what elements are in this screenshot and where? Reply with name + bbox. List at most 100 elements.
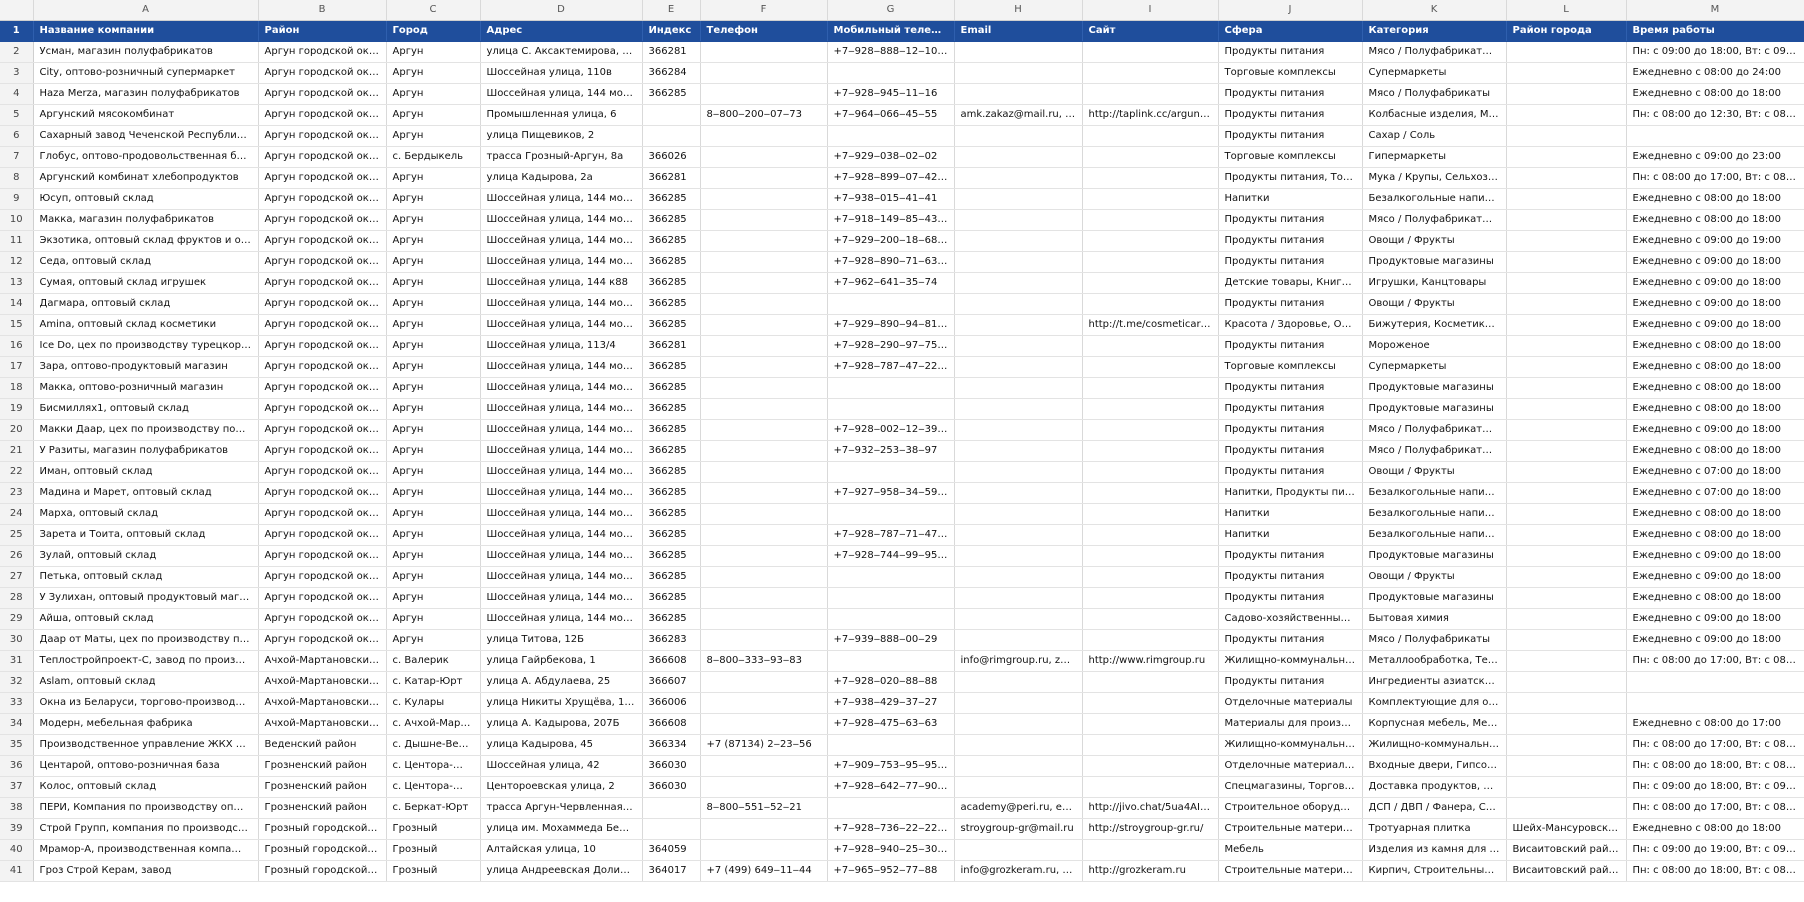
table-cell[interactable]: Пн: с 08:00 до 17:00, Вт: с 08:00 до 17:…: [1626, 167, 1804, 189]
table-cell[interactable]: [700, 440, 828, 462]
table-cell[interactable]: [954, 755, 1083, 777]
table-cell[interactable]: Ежедневно с 07:00 до 18:00: [1626, 461, 1804, 483]
table-cell[interactable]: Пн: с 09:00 до 18:00, Вт: с 09:00 до 18:…: [1626, 41, 1804, 63]
table-cell[interactable]: 366285: [642, 356, 701, 378]
table-cell[interactable]: 366285: [642, 503, 701, 525]
header-cell[interactable]: Категория: [1362, 20, 1507, 42]
table-cell[interactable]: [954, 461, 1083, 483]
row-number[interactable]: 38: [0, 797, 34, 819]
table-cell[interactable]: Продукты питания: [1218, 398, 1363, 420]
table-cell[interactable]: +7‒965‒952‒77‒88: [827, 860, 955, 882]
table-cell[interactable]: Аргун: [386, 104, 481, 126]
table-cell[interactable]: [642, 818, 701, 840]
table-cell[interactable]: Шоссейная улица, 110в: [480, 62, 643, 84]
table-cell[interactable]: [1506, 314, 1627, 336]
table-cell[interactable]: Аргун городской округ: [258, 167, 387, 189]
table-cell[interactable]: Овощи / Фрукты: [1362, 461, 1507, 483]
table-cell[interactable]: Аргун: [386, 461, 481, 483]
table-cell[interactable]: Ежедневно с 07:00 до 18:00: [1626, 482, 1804, 504]
table-cell[interactable]: Шоссейная улица, 144 мод17: [480, 398, 643, 420]
column-letter-f[interactable]: F: [700, 0, 828, 21]
column-letter-a[interactable]: A: [33, 0, 259, 21]
table-cell[interactable]: Жилищно-коммунальные …: [1362, 734, 1507, 756]
table-cell[interactable]: Ice Do, цех по производству турецкор…: [33, 335, 259, 357]
table-cell[interactable]: +7‒928‒290‒97‒75, +7…: [827, 335, 955, 357]
table-cell[interactable]: 364017: [642, 860, 701, 882]
table-cell[interactable]: [954, 209, 1083, 231]
table-cell[interactable]: Ачхой-Мартановский …: [258, 671, 387, 693]
table-cell[interactable]: ДСП / ДВП / Фанера, Стро…: [1362, 797, 1507, 819]
table-cell[interactable]: Макка, магазин полуфабрикатов: [33, 209, 259, 231]
table-cell[interactable]: +7‒932‒253‒38‒97: [827, 440, 955, 462]
table-cell[interactable]: Аргун городской округ: [258, 566, 387, 588]
table-cell[interactable]: Продукты питания: [1218, 209, 1363, 231]
table-cell[interactable]: Ачхой-Мартановский …: [258, 692, 387, 714]
table-cell[interactable]: Аргун городской округ: [258, 398, 387, 420]
table-cell[interactable]: [954, 377, 1083, 399]
table-cell[interactable]: [1506, 503, 1627, 525]
table-cell[interactable]: Ежедневно с 09:00 до 18:00: [1626, 293, 1804, 315]
table-cell[interactable]: Грозный: [386, 818, 481, 840]
table-cell[interactable]: [1082, 293, 1219, 315]
table-cell[interactable]: Жилищно-коммунальные …: [1218, 734, 1363, 756]
table-cell[interactable]: 366285: [642, 461, 701, 483]
table-cell[interactable]: Аргун городской округ: [258, 125, 387, 147]
table-cell[interactable]: [700, 839, 828, 861]
table-cell[interactable]: Аргун: [386, 62, 481, 84]
table-cell[interactable]: Аргун: [386, 188, 481, 210]
table-cell[interactable]: Мясо / Полуфабрикаты: [1362, 83, 1507, 105]
table-cell[interactable]: Аргун городской округ: [258, 335, 387, 357]
table-cell[interactable]: 366285: [642, 83, 701, 105]
table-cell[interactable]: Бисмиллях1, оптовый склад: [33, 398, 259, 420]
table-cell[interactable]: Аргун: [386, 482, 481, 504]
table-cell[interactable]: Мебель: [1218, 839, 1363, 861]
table-cell[interactable]: [1082, 524, 1219, 546]
table-cell[interactable]: [700, 566, 828, 588]
table-cell[interactable]: с. Беркат-Юрт: [386, 797, 481, 819]
table-cell[interactable]: [954, 83, 1083, 105]
table-cell[interactable]: 364059: [642, 839, 701, 861]
table-cell[interactable]: [1506, 398, 1627, 420]
header-cell[interactable]: Сфера: [1218, 20, 1363, 42]
row-number[interactable]: 3: [0, 62, 34, 84]
table-cell[interactable]: улица Кадырова, 45: [480, 734, 643, 756]
table-cell[interactable]: Иман, оптовый склад: [33, 461, 259, 483]
table-cell[interactable]: 366285: [642, 419, 701, 441]
table-cell[interactable]: Висаитовский район: [1506, 860, 1627, 882]
table-cell[interactable]: улица А. Абдулаева, 25: [480, 671, 643, 693]
table-cell[interactable]: Корпусная мебель, Мебел…: [1362, 713, 1507, 735]
table-cell[interactable]: 366285: [642, 545, 701, 567]
table-cell[interactable]: 366285: [642, 398, 701, 420]
table-cell[interactable]: Сахар / Соль: [1362, 125, 1507, 147]
table-cell[interactable]: Аргун городской округ: [258, 545, 387, 567]
table-cell[interactable]: Мадина и Марет, оптовый склад: [33, 482, 259, 504]
table-cell[interactable]: [642, 797, 701, 819]
table-cell[interactable]: [1506, 440, 1627, 462]
table-cell[interactable]: Шоссейная улица, 144 мод17/3: [480, 440, 643, 462]
table-cell[interactable]: Супермаркеты: [1362, 356, 1507, 378]
table-cell[interactable]: Аргун городской округ: [258, 503, 387, 525]
table-cell[interactable]: [700, 41, 828, 63]
row-number[interactable]: 15: [0, 314, 34, 336]
row-number[interactable]: 37: [0, 776, 34, 798]
table-cell[interactable]: улица Гайрбекова, 1: [480, 650, 643, 672]
table-cell[interactable]: Строительные материалы …: [1218, 818, 1363, 840]
row-number[interactable]: 28: [0, 587, 34, 609]
table-cell[interactable]: [1082, 377, 1219, 399]
table-cell[interactable]: [700, 545, 828, 567]
table-cell[interactable]: Шоссейная улица, 144 мод15: [480, 188, 643, 210]
table-cell[interactable]: [1506, 629, 1627, 651]
table-cell[interactable]: Отделочные материалы: [1218, 692, 1363, 714]
table-cell[interactable]: Доставка продуктов, Супе…: [1362, 776, 1507, 798]
table-cell[interactable]: 366283: [642, 629, 701, 651]
table-cell[interactable]: Продуктовые магазины: [1362, 377, 1507, 399]
table-cell[interactable]: Ежедневно с 09:00 до 18:00: [1626, 545, 1804, 567]
table-cell[interactable]: +7‒962‒641‒35‒74: [827, 272, 955, 294]
table-cell[interactable]: Шоссейная улица, 144 мод17/8: [480, 545, 643, 567]
table-cell[interactable]: с. Ачхой-Мартан: [386, 713, 481, 735]
table-cell[interactable]: [700, 587, 828, 609]
table-cell[interactable]: http://stroygroup-gr.ru/: [1082, 818, 1219, 840]
row-number[interactable]: 40: [0, 839, 34, 861]
table-cell[interactable]: [700, 335, 828, 357]
table-cell[interactable]: Ежедневно с 09:00 до 18:00: [1626, 629, 1804, 651]
